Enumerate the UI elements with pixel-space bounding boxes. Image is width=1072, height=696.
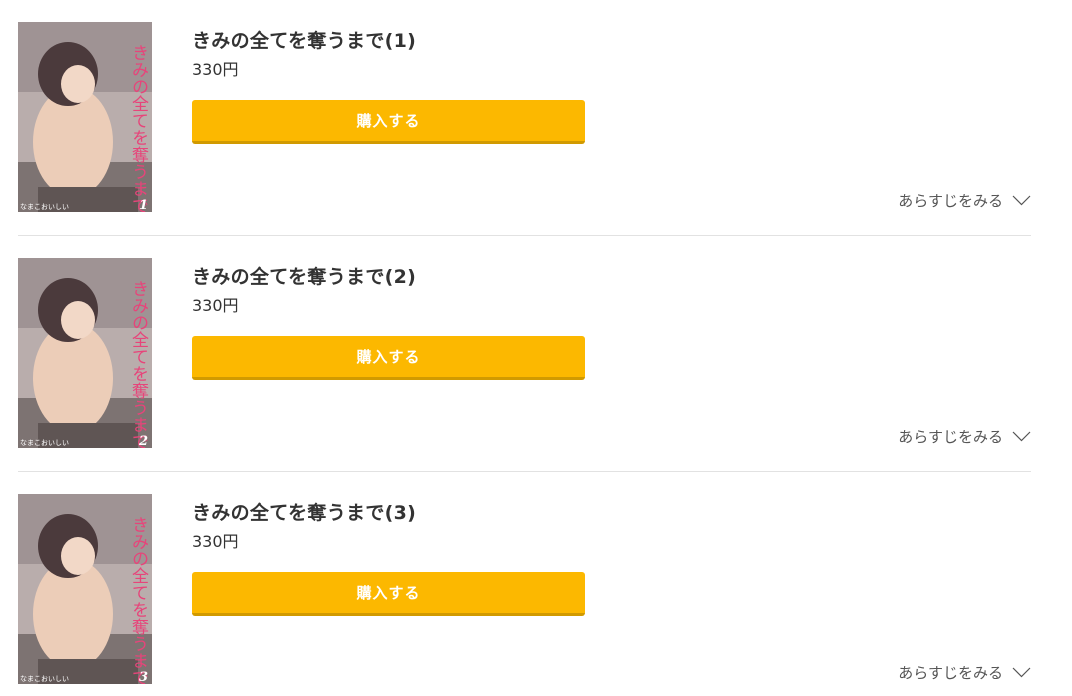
- cover-illustration: きみの全てを奪うまで 3 なまこおいしい: [18, 494, 152, 684]
- cover-illustration: きみの全てを奪うまで 1 なまこおいしい: [18, 22, 152, 212]
- book-cover[interactable]: きみの全てを奪うまで 1 なまこおいしい: [18, 22, 152, 212]
- synopsis-toggle[interactable]: あらすじをみる: [898, 662, 1031, 683]
- cover-author: なまこおいしい: [20, 675, 69, 683]
- list-item: きみの全てを奪うまで 2 なまこおいしい きみの全てを奪うまで(2) 330円 …: [18, 236, 1031, 472]
- buy-button[interactable]: 購入する: [192, 336, 585, 380]
- chevron-down-icon: [1012, 195, 1031, 206]
- cover-volume: 2: [138, 434, 148, 448]
- cover-author: なまこおいしい: [20, 203, 69, 211]
- cover-author: なまこおいしい: [20, 439, 69, 447]
- synopsis-toggle[interactable]: あらすじをみる: [898, 426, 1031, 447]
- buy-button[interactable]: 購入する: [192, 572, 585, 616]
- book-cover[interactable]: きみの全てを奪うまで 2 なまこおいしい: [18, 258, 152, 448]
- synopsis-toggle[interactable]: あらすじをみる: [898, 190, 1031, 211]
- cover-title: きみの全てを奪うまで: [128, 516, 149, 684]
- book-price: 330円: [192, 532, 239, 551]
- cover-volume: 3: [139, 670, 148, 684]
- synopsis-label: あらすじをみる: [898, 192, 1003, 210]
- cover-volume: 1: [139, 198, 148, 212]
- cover-title: きみの全てを奪うまで: [128, 280, 149, 448]
- chevron-down-icon: [1012, 667, 1031, 678]
- chevron-down-icon: [1012, 431, 1031, 442]
- synopsis-label: あらすじをみる: [898, 428, 1003, 446]
- book-title[interactable]: きみの全てを奪うまで(2): [192, 262, 416, 289]
- book-cover[interactable]: きみの全てを奪うまで 3 なまこおいしい: [18, 494, 152, 684]
- list-item: きみの全てを奪うまで 1 なまこおいしい きみの全てを奪うまで(1) 330円 …: [18, 0, 1031, 236]
- synopsis-label: あらすじをみる: [898, 664, 1003, 682]
- book-title[interactable]: きみの全てを奪うまで(3): [192, 498, 416, 525]
- cover-illustration: きみの全てを奪うまで 2 なまこおいしい: [18, 258, 152, 448]
- book-title[interactable]: きみの全てを奪うまで(1): [192, 26, 416, 53]
- list-item: きみの全てを奪うまで 3 なまこおいしい きみの全てを奪うまで(3) 330円 …: [18, 472, 1031, 696]
- buy-button[interactable]: 購入する: [192, 100, 585, 144]
- cover-title: きみの全てを奪うまで: [128, 44, 149, 212]
- book-price: 330円: [192, 296, 239, 315]
- book-price: 330円: [192, 60, 239, 79]
